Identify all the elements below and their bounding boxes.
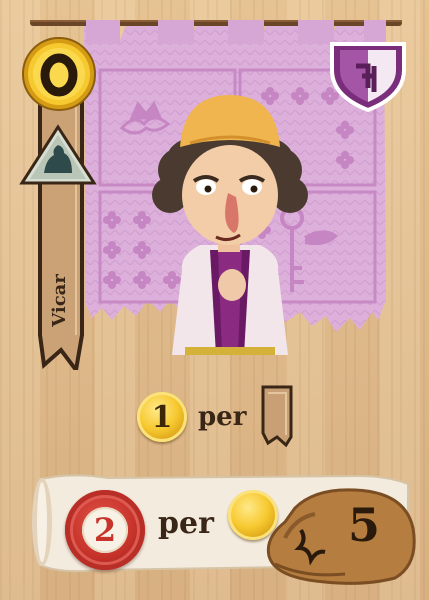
bag-number: 5 [347, 498, 380, 552]
seal-value: 2 [93, 511, 117, 549]
per-label-primary: per [198, 402, 247, 432]
coin-icon-secondary [228, 490, 278, 540]
coin-icon-small: 1 [137, 392, 187, 442]
wax-seal-icon: 2 [65, 490, 145, 570]
shield-icon [330, 42, 406, 112]
coin-icon [22, 37, 96, 111]
coin-value: 1 [151, 399, 173, 435]
rule-primary: 1 per [130, 380, 300, 455]
per-label-secondary: per [158, 506, 214, 541]
seal-center: 2 [82, 507, 128, 553]
ribbon-token-icon [261, 385, 293, 447]
character-card: Vicar 1 per 2 per 5 [0, 0, 429, 600]
role-name-label: Vicar [48, 265, 70, 335]
money-bag-icon [266, 488, 416, 585]
triangle-badge-icon [19, 124, 97, 185]
role-name-text: Vicar [48, 273, 70, 327]
vicar-character [152, 95, 308, 355]
